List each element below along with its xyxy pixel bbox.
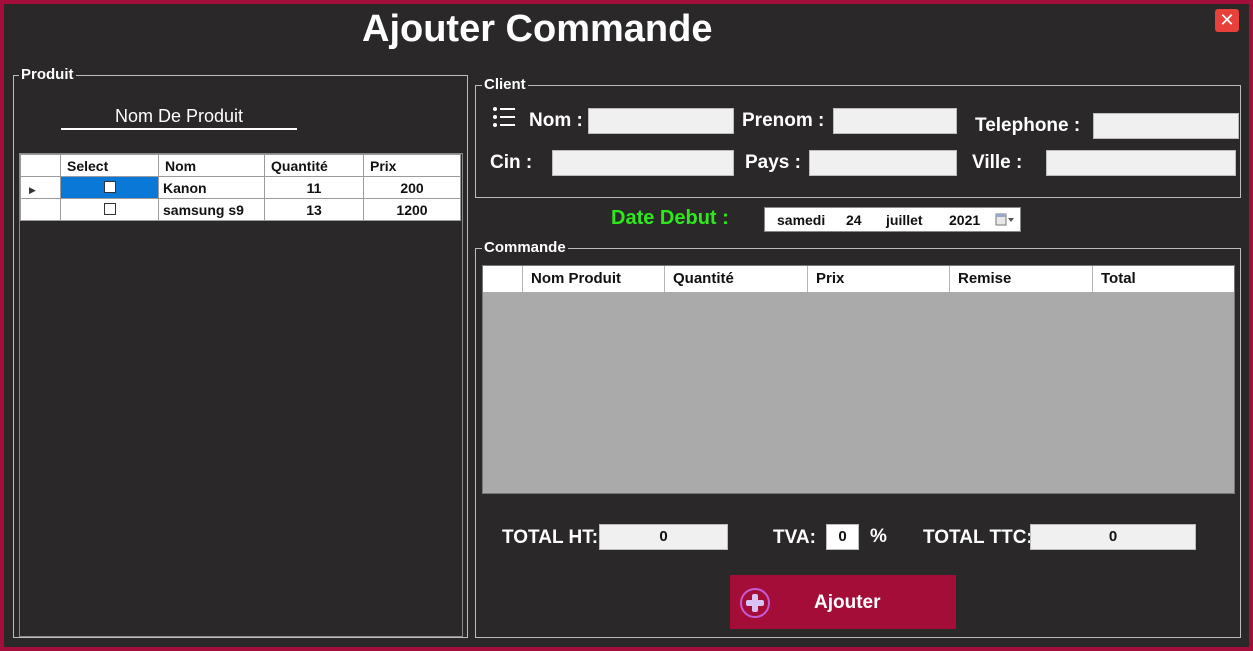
page-title: Ajouter Commande [362,8,713,50]
date-month[interactable]: juillet [886,212,923,228]
date-year[interactable]: 2021 [949,212,980,228]
total-ht-field[interactable]: 0 [599,524,728,550]
cin-label: Cin : [490,152,533,173]
cell-prix[interactable]: 1200 [363,198,461,221]
cell-prix[interactable]: 200 [363,176,461,199]
telephone-field[interactable] [1093,113,1239,139]
commande-table-header: Nom Produit Quantité Prix Remise Total [483,266,1234,292]
row-header-corner [483,266,523,292]
produit-legend: Produit [19,66,76,83]
select-checkbox[interactable] [103,202,116,215]
select-cell[interactable] [60,176,159,199]
produit-group: Produit Nom De Produit Select Nom Quanti… [13,66,468,638]
pays-field[interactable] [809,150,957,176]
client-legend: Client [482,76,528,93]
date-debut-label: Date Debut : [611,207,729,229]
column-header-remise[interactable]: Remise [950,266,1093,292]
percent-sign: % [870,526,887,547]
column-header-select[interactable]: Select [60,154,159,177]
product-search-label[interactable]: Nom De Produit [62,106,296,127]
row-header[interactable] [20,198,61,221]
total-ht-label: TOTAL HT: [502,527,599,548]
telephone-label: Telephone : [975,115,1081,136]
product-grid[interactable]: Select Nom Quantité Prix ▶ Kanon 11 200 … [19,153,463,637]
close-button[interactable]: ✕ [1215,9,1239,32]
product-table: Select Nom Quantité Prix ▶ Kanon 11 200 … [20,154,461,221]
column-header-quantite[interactable]: Quantité [665,266,808,292]
pays-label: Pays : [745,152,801,173]
column-header-prix[interactable]: Prix [808,266,950,292]
calendar-dropdown-icon[interactable] [995,212,1015,227]
commande-legend: Commande [482,239,568,256]
select-checkbox[interactable] [103,180,116,193]
total-ttc-label: TOTAL TTC: [923,527,1033,548]
row-header[interactable]: ▶ [20,176,61,199]
total-ttc-field[interactable]: 0 [1030,524,1196,550]
table-row[interactable]: ▶ Kanon 11 200 [20,176,461,199]
client-group: Client Nom : Prenom : Telephone : Cin : … [475,76,1241,198]
prenom-label: Prenom : [742,110,825,131]
column-header-nom-produit[interactable]: Nom Produit [523,266,665,292]
nom-field[interactable] [588,108,734,134]
list-icon[interactable] [492,106,516,128]
table-row[interactable]: samsung s9 13 1200 [20,198,461,221]
cell-quantite[interactable]: 11 [264,176,364,199]
cin-field[interactable] [552,150,734,176]
add-plus-icon [740,588,770,618]
cell-quantite[interactable]: 13 [264,198,364,221]
column-header-quantite[interactable]: Quantité [264,154,364,177]
ville-label: Ville : [972,152,1023,173]
product-table-header: Select Nom Quantité Prix [20,154,461,177]
prenom-field[interactable] [833,108,957,134]
cell-nom[interactable]: Kanon [158,176,265,199]
date-day-name[interactable]: samedi [777,212,825,228]
date-debut-picker[interactable]: samedi 24 juillet 2021 [764,207,1021,232]
ville-field[interactable] [1046,150,1236,176]
row-header-corner [20,154,61,177]
ajouter-button-label: Ajouter [814,592,881,613]
current-row-arrow-icon: ▶ [29,184,36,195]
close-icon: ✕ [1219,10,1235,30]
column-header-nom[interactable]: Nom [158,154,265,177]
select-cell[interactable] [60,198,159,221]
column-header-prix[interactable]: Prix [363,154,461,177]
tva-field[interactable]: 0 [826,524,859,550]
date-day[interactable]: 24 [846,212,862,228]
ajouter-button[interactable]: Ajouter [730,575,956,629]
product-search-underline [61,128,297,130]
tva-label: TVA: [773,527,816,548]
nom-label: Nom : [529,110,583,131]
column-header-total[interactable]: Total [1093,266,1234,292]
commande-grid[interactable]: Nom Produit Quantité Prix Remise Total [482,265,1235,494]
cell-nom[interactable]: samsung s9 [158,198,265,221]
